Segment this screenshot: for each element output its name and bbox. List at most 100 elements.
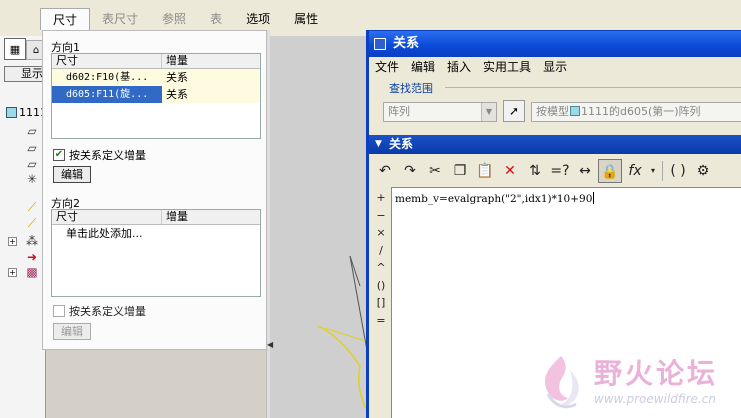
- tree-root-item[interactable]: 1111: [6, 106, 47, 119]
- menu-display[interactable]: 显示: [543, 57, 567, 77]
- datum-plane-icon[interactable]: ▱: [24, 157, 40, 171]
- divide-operator-button[interactable]: /: [372, 242, 390, 260]
- direction2-dimension-list[interactable]: 尺寸 增量 单击此处添加...: [51, 209, 261, 297]
- watermark-url: www.proewildfire.cn: [594, 392, 716, 406]
- brackets-operator-button[interactable]: []: [372, 294, 390, 312]
- measure-icon[interactable]: ↔: [573, 159, 597, 183]
- paste-icon[interactable]: 📋: [473, 159, 497, 183]
- tab-references[interactable]: 参照: [150, 8, 198, 30]
- tab-options[interactable]: 选项: [234, 8, 282, 30]
- equals-operator-button[interactable]: =: [372, 312, 390, 330]
- scope-type-value: 阵列: [388, 105, 410, 118]
- expand-icon[interactable]: +: [8, 237, 17, 246]
- column-increment: 增量: [166, 210, 188, 223]
- tab-table-dimensions[interactable]: 表尺寸: [90, 8, 150, 30]
- tab-properties[interactable]: 属性: [282, 8, 330, 30]
- insert-here-arrow-icon[interactable]: ➜: [24, 250, 40, 264]
- model-geometry: [317, 255, 371, 417]
- checkbox-unchecked-icon[interactable]: [53, 305, 65, 317]
- tab-table[interactable]: 表: [198, 8, 234, 30]
- pattern-feature-icon[interactable]: ⁂: [24, 234, 40, 248]
- datum-plane-icon[interactable]: ▱: [24, 124, 40, 138]
- watermark: 野火论坛 www.proewildfire.cn: [530, 348, 741, 418]
- direction1-relation-checkbox-row[interactable]: ✔ 按关系定义增量: [53, 147, 146, 163]
- dialog-menubar: 文件 编辑 插入 实用工具 显示: [369, 57, 741, 77]
- increment-cell: 关系: [166, 71, 188, 84]
- checkbox-checked-icon[interactable]: ✔: [53, 149, 65, 161]
- sort-relations-icon[interactable]: 🔒: [598, 159, 622, 183]
- scope-group-label: 查找范围: [389, 82, 433, 95]
- chevron-down-icon[interactable]: ▼: [481, 103, 496, 121]
- part-icon: [6, 107, 17, 118]
- function-icon[interactable]: fx: [623, 159, 647, 183]
- dialog-title-bar[interactable]: 关系: [369, 31, 741, 57]
- model-value: 1111的d605(第一)阵列: [581, 105, 701, 118]
- pattern-icon[interactable]: ▩: [24, 265, 40, 279]
- expand-icon[interactable]: +: [8, 268, 17, 277]
- text-caret: [593, 192, 595, 204]
- redo-icon[interactable]: ↷: [398, 159, 422, 183]
- multiply-operator-button[interactable]: ×: [372, 224, 390, 242]
- undo-icon[interactable]: ↶: [373, 159, 397, 183]
- power-operator-button[interactable]: ^: [372, 259, 390, 277]
- table-row[interactable]: d602:F10(基... 关系: [52, 69, 260, 86]
- dimensions-slide-up-panel: 方向1 尺寸 增量 d602:F10(基... 关系 d605:F11(旋...…: [42, 30, 269, 350]
- collapse-triangle-icon: ▼: [375, 139, 382, 149]
- relation-text: memb_v=evalgraph("2",idx1)*10+90: [395, 193, 593, 205]
- operator-buttons: + − × / ^ () [] =: [372, 189, 390, 329]
- toolbar-separator: [662, 161, 663, 181]
- menu-file[interactable]: 文件: [375, 57, 399, 77]
- cursor-arrow-icon: ➚: [508, 104, 520, 118]
- brackets-icon[interactable]: ( ): [666, 159, 690, 183]
- direction2-relation-checkbox-row[interactable]: 按关系定义增量: [53, 303, 146, 319]
- evaluate-icon[interactable]: =?: [548, 159, 572, 183]
- list-header: 尺寸 增量: [52, 210, 260, 225]
- dashboard-tabs: 尺寸 表尺寸 参照 表 选项 属性: [40, 8, 330, 30]
- panel-splitter[interactable]: [266, 30, 270, 418]
- direction1-dimension-list[interactable]: 尺寸 增量 d602:F10(基... 关系 d605:F11(旋... 关系: [51, 53, 261, 139]
- copy-icon[interactable]: ❐: [448, 159, 472, 183]
- menu-insert[interactable]: 插入: [447, 57, 471, 77]
- model-scope-field: 按模型 1111的d605(第一)阵列: [531, 102, 741, 122]
- direction2-edit-button[interactable]: 编辑: [53, 323, 91, 340]
- parameters-icon[interactable]: ⚙: [691, 159, 715, 183]
- switch-dimension-icon[interactable]: ⇅: [523, 159, 547, 183]
- sketch-icon[interactable]: ⟋: [24, 216, 40, 230]
- graphics-window[interactable]: [270, 36, 371, 418]
- column-dimension: 尺寸: [52, 210, 162, 224]
- model-tree-tab-icon[interactable]: ▦: [4, 38, 26, 60]
- delete-icon[interactable]: ✕: [498, 159, 522, 183]
- flame-logo-icon: [544, 356, 579, 409]
- plus-operator-button[interactable]: +: [372, 189, 390, 207]
- group-divider: [445, 87, 741, 88]
- sketch-icon[interactable]: ⟋: [24, 200, 40, 214]
- collapse-arrow-icon[interactable]: ◀: [267, 340, 273, 349]
- cut-icon[interactable]: ✂: [423, 159, 447, 183]
- column-increment: 增量: [166, 54, 188, 67]
- menu-utilities[interactable]: 实用工具: [483, 57, 531, 77]
- select-pointer-button[interactable]: ➚: [503, 100, 525, 122]
- table-row[interactable]: d605:F11(旋... 关系: [52, 86, 260, 103]
- list-header: 尺寸 增量: [52, 54, 260, 69]
- model-prefix: 按模型: [536, 105, 569, 118]
- increment-cell: 关系: [162, 86, 260, 103]
- parentheses-operator-button[interactable]: (): [372, 277, 390, 295]
- chevron-down-icon[interactable]: ▾: [648, 159, 658, 183]
- section-label: 关系: [389, 137, 414, 151]
- part-icon: [570, 106, 580, 116]
- relations-section-header[interactable]: ▼ 关系: [369, 135, 741, 154]
- datum-plane-icon[interactable]: ▱: [24, 141, 40, 155]
- app-icon: [374, 38, 386, 50]
- display-button[interactable]: 显示: [4, 66, 46, 82]
- dimension-cell: d602:F10(基...: [66, 72, 149, 83]
- tab-dimensions[interactable]: 尺寸: [40, 8, 91, 30]
- click-to-add-row[interactable]: 单击此处添加...: [52, 225, 260, 242]
- direction1-edit-button[interactable]: 编辑: [53, 166, 91, 183]
- checkbox-label: 按关系定义增量: [69, 149, 146, 162]
- dialog-title: 关系: [393, 36, 420, 51]
- checkbox-label: 按关系定义增量: [69, 305, 146, 318]
- menu-edit[interactable]: 编辑: [411, 57, 435, 77]
- coordinate-system-icon[interactable]: ✳: [24, 172, 40, 186]
- scope-type-select[interactable]: 阵列 ▼: [383, 102, 497, 122]
- minus-operator-button[interactable]: −: [372, 207, 390, 225]
